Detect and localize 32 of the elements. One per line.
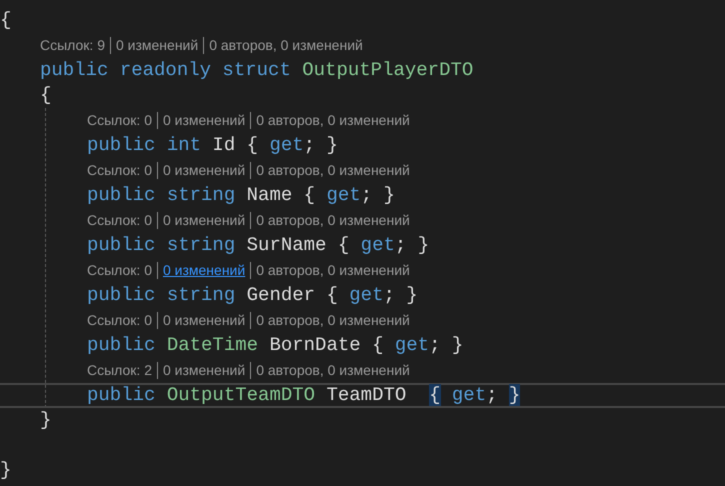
change-count: 0 изменений	[156, 162, 250, 179]
reference-count: Ссылок: 0	[87, 162, 153, 179]
code-line: public string Gender { get; }	[87, 284, 418, 307]
author-info: 0 авторов, 0 изменений	[250, 262, 415, 279]
author-info: 0 авторов, 0 изменений	[250, 162, 415, 179]
reference-count: Ссылок: 0	[87, 312, 153, 329]
code-line: public readonly struct OutputPlayerDTO	[40, 59, 474, 82]
author-info: 0 авторов, 0 изменений	[250, 362, 415, 379]
code-line: }	[0, 459, 12, 482]
author-info: 0 авторов, 0 изменений	[250, 212, 415, 229]
author-info: 0 авторов, 0 изменений	[250, 312, 415, 329]
reference-count: Ссылок: 0	[87, 212, 153, 229]
reference-count: Ссылок: 2	[87, 362, 153, 379]
change-count: 0 изменений	[156, 312, 250, 329]
change-count: 0 изменений	[156, 112, 250, 129]
code-line: public int Id { get; }	[87, 134, 338, 157]
author-info: 0 авторов, 0 изменений	[250, 112, 415, 129]
code-line: {	[40, 84, 52, 107]
change-history-link[interactable]: 0 изменений	[156, 262, 250, 279]
code-line: public DateTime BornDate { get; }	[87, 334, 464, 357]
code-line: public string SurName { get; }	[87, 234, 430, 257]
reference-count: Ссылок: 0	[87, 112, 153, 129]
reference-count: Ссылок: 9	[40, 37, 106, 54]
code-line: public OutputTeamDTO TeamDTO { get; }	[87, 384, 520, 407]
reference-count: Ссылок: 0	[87, 262, 153, 279]
code-line: }	[40, 409, 52, 432]
author-info: 0 авторов, 0 изменений	[203, 37, 368, 54]
change-count: 0 изменений	[156, 362, 250, 379]
change-count: 0 изменений	[156, 212, 250, 229]
code-line: {	[0, 9, 12, 32]
change-count: 0 изменений	[110, 37, 204, 54]
code-line: public string Name { get; }	[87, 184, 395, 207]
